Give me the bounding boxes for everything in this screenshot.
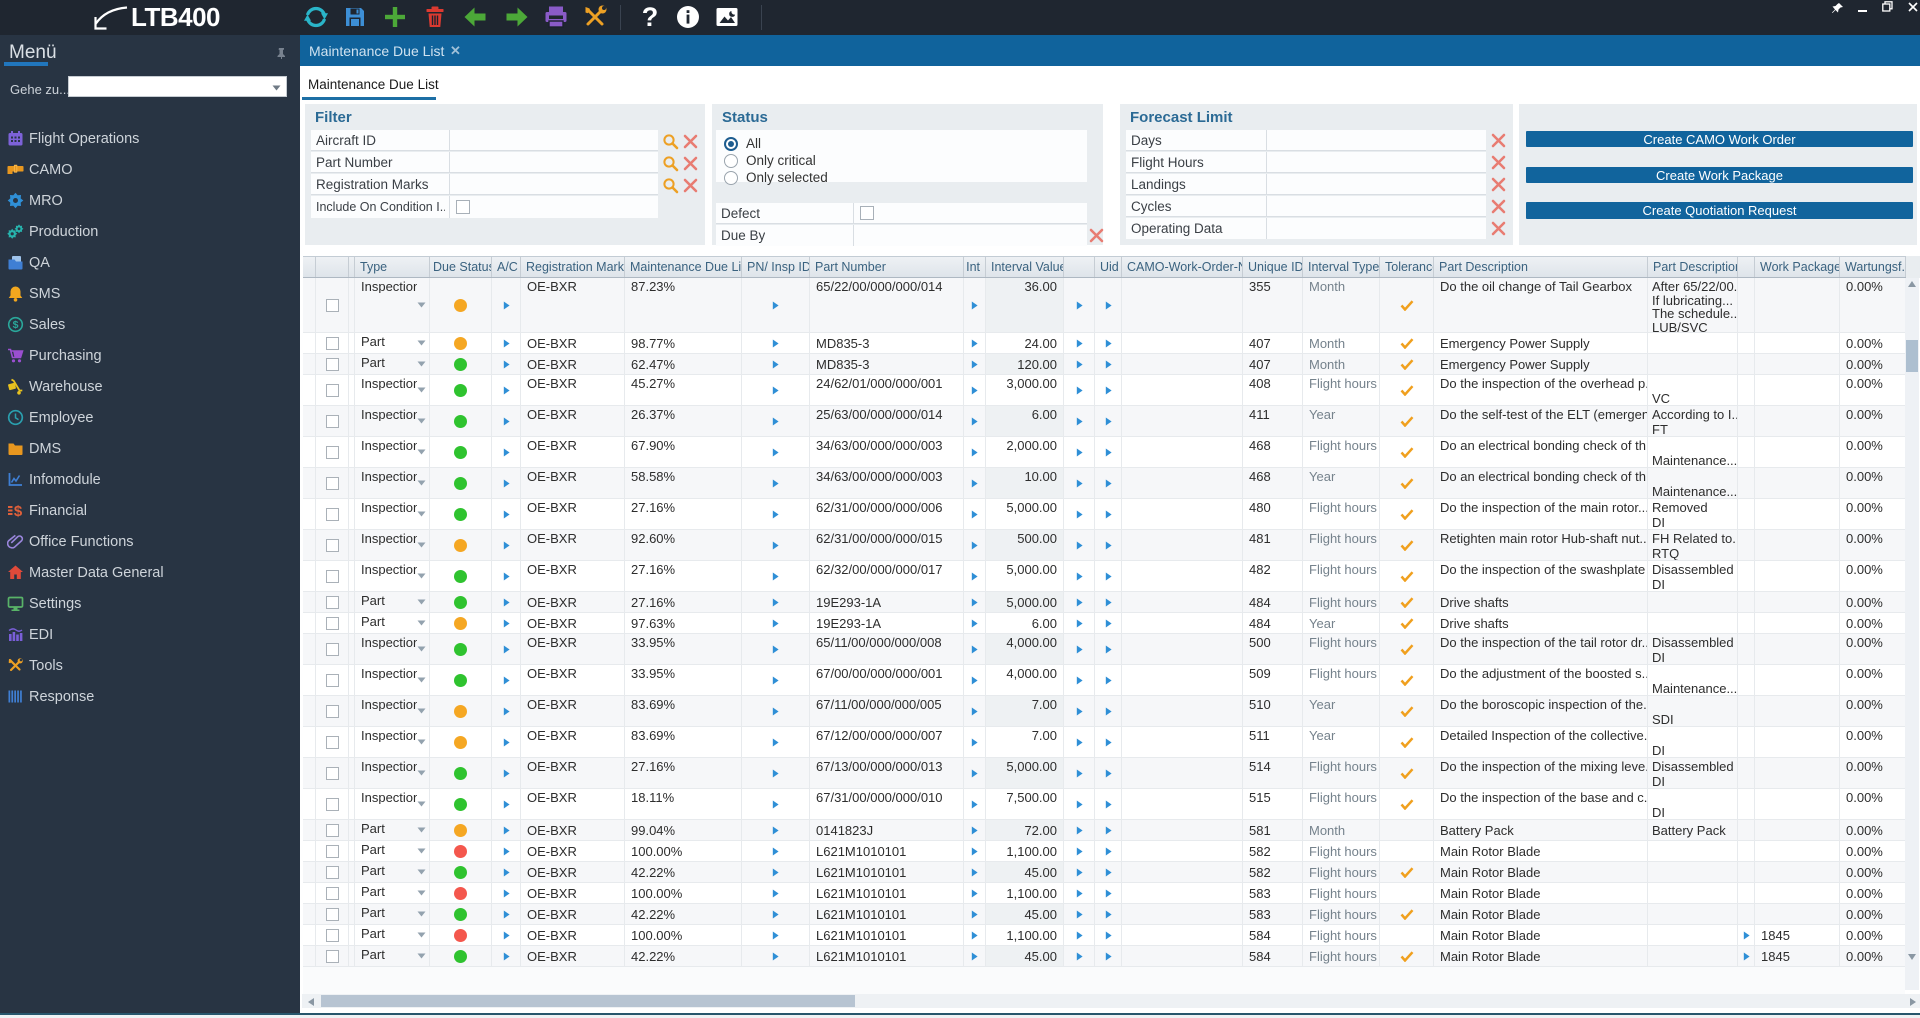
svg-text:$: $	[13, 319, 19, 331]
svg-text:$: $	[14, 503, 23, 519]
